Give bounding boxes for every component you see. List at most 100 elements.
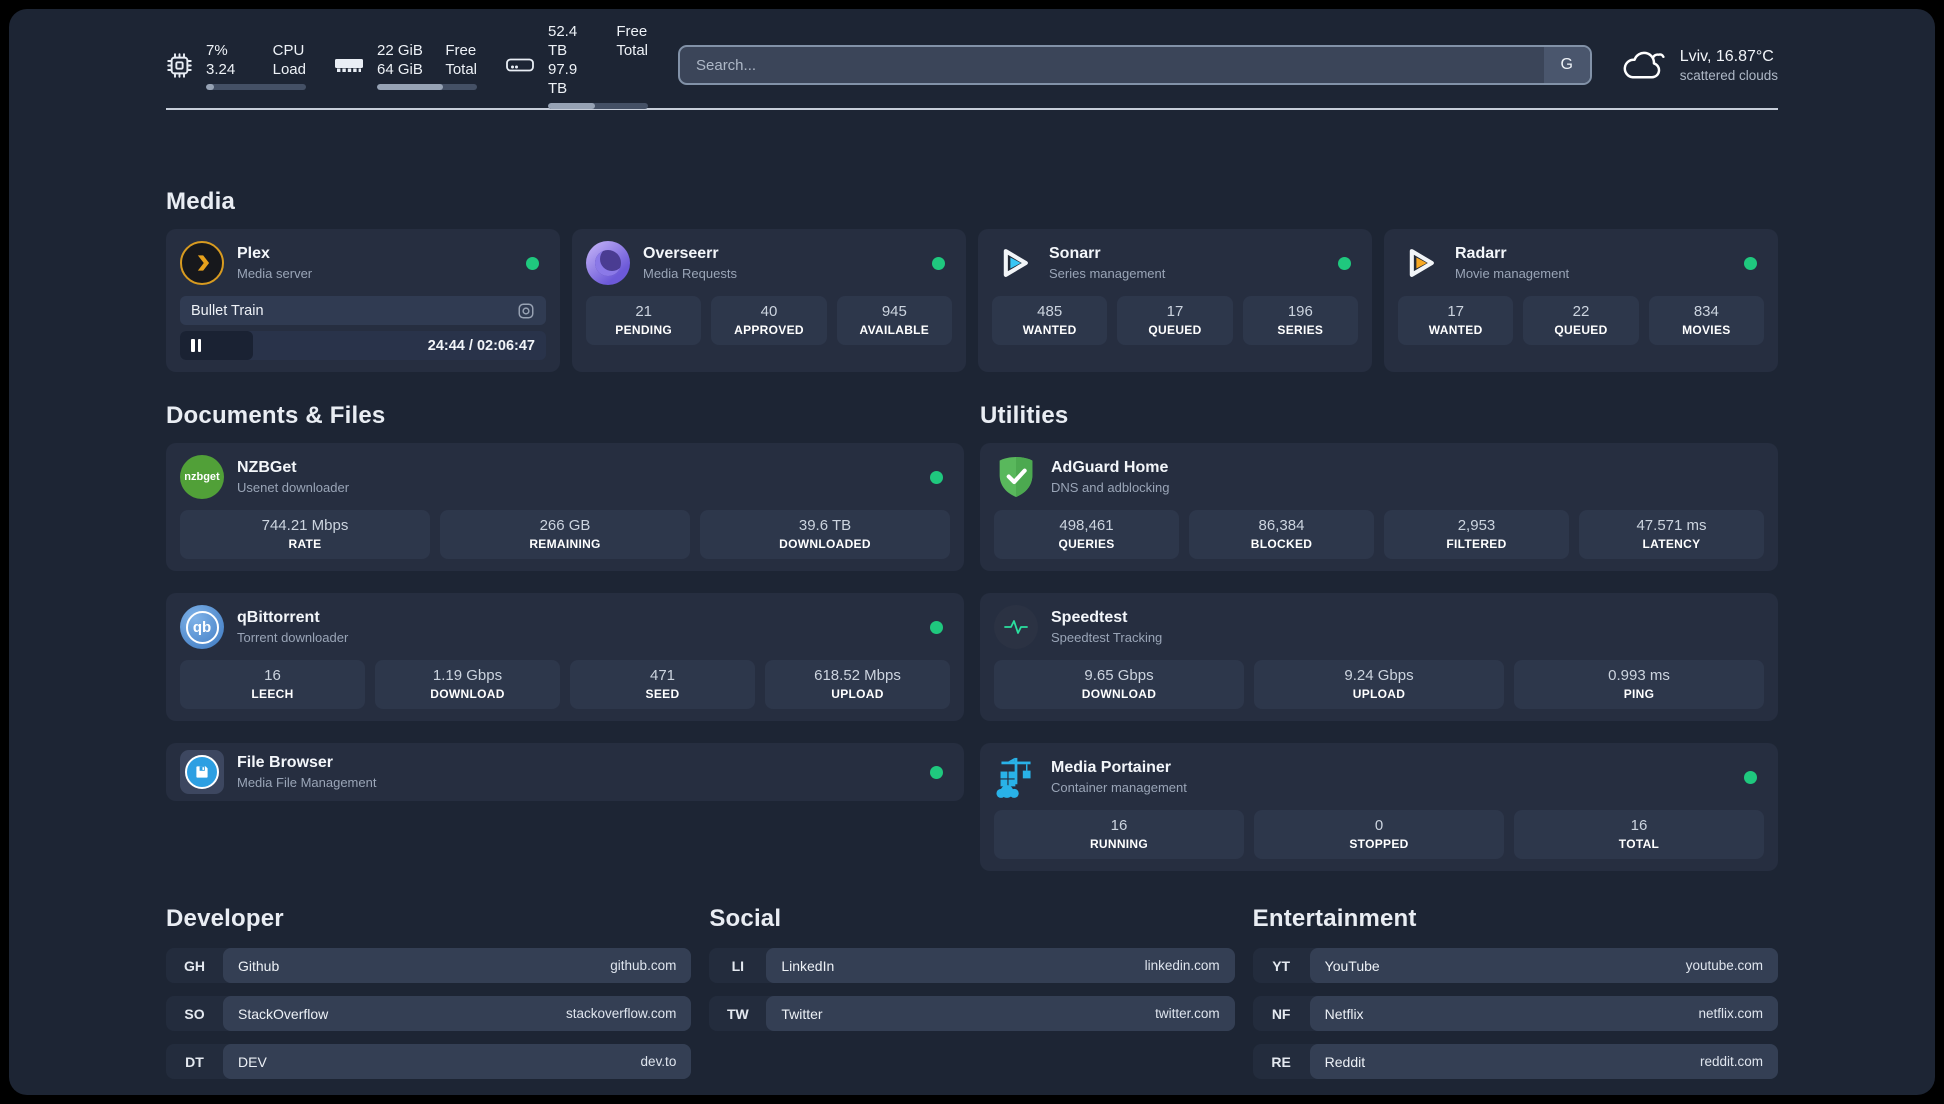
now-playing-title: Bullet Train (191, 302, 264, 319)
stat-value: 0.993 ms (1608, 667, 1670, 684)
stat-label: STOPPED (1349, 837, 1409, 851)
status-online-dot (932, 257, 945, 270)
stat-tile: 40 APPROVED (711, 296, 827, 345)
section-title-developer: Developer (166, 905, 284, 932)
link-youtube[interactable]: YT YouTube youtube.com (1252, 948, 1778, 983)
cloud-icon (1623, 51, 1665, 79)
link-url: twitter.com (1155, 1006, 1220, 1021)
stat-tile: 39.6 TB DOWNLOADED (700, 510, 950, 559)
stat-label: DOWNLOADED (779, 537, 871, 551)
search-input[interactable] (678, 45, 1592, 85)
link-tag: TW (726, 1005, 749, 1022)
app-card-overseerr[interactable]: Overseerr Media Requests 21 PENDING 40 A… (572, 229, 966, 372)
app-subtitle: Series management (1049, 266, 1166, 281)
section-developer: Developer GH Github github.com SO StackO… (166, 905, 692, 1079)
stat-label: RATE (288, 537, 322, 551)
status-online-dot (1338, 257, 1351, 270)
link-name: StackOverflow (238, 1005, 329, 1022)
stat-tile: 9.24 Gbps UPLOAD (1254, 660, 1504, 709)
stat-label: QUEUED (1148, 323, 1202, 337)
stat-label: RUNNING (1089, 837, 1149, 851)
link-tag: LI (731, 957, 745, 974)
stat-value: 47.571 ms (1636, 517, 1707, 534)
section-title-entertainment: Entertainment (1252, 905, 1417, 932)
status-online-dot (930, 471, 943, 484)
app-name: NZBGet (237, 459, 297, 476)
cpu-load-label: Load (272, 60, 306, 78)
link-linkedin[interactable]: LI LinkedIn linkedin.com (709, 948, 1235, 983)
section-utilities: Utilities AdGuard Home DNS and adblockin… (980, 402, 1778, 871)
stat-label: UPLOAD (831, 687, 884, 701)
app-card-nzbget[interactable]: nzbget NZBGet Usenet downloader 744.21 M… (166, 443, 964, 571)
app-name: Sonarr (1049, 245, 1101, 262)
stat-value: 16 (1110, 817, 1128, 834)
stat-value: 744.21 Mbps (261, 517, 349, 534)
app-subtitle: Torrent downloader (237, 630, 349, 645)
sonarr-icon (992, 241, 1036, 285)
dashboard-page: 7% 3.24 CPU Load 22 GiB 64 GiB Free Tota… (9, 9, 1935, 1095)
link-tag: YT (1272, 957, 1291, 974)
link-dev[interactable]: DT DEV dev.to (166, 1044, 692, 1079)
weather-widget: Lviv, 16.87°C scattered clouds (1622, 48, 1778, 83)
app-card-filebrowser[interactable]: File Browser Media File Management (166, 743, 964, 801)
cpu-icon (167, 52, 192, 78)
section-title-media: Media (166, 188, 236, 215)
app-card-plex[interactable]: Plex Media server Bullet Train 24:44 / 0… (166, 229, 560, 372)
stat-label: LATENCY (1642, 537, 1701, 551)
section-title-documents: Documents & Files (166, 402, 386, 429)
stat-value: 471 (649, 667, 676, 684)
stat-label: DOWNLOAD (1081, 687, 1157, 701)
app-subtitle: DNS and adblocking (1051, 480, 1170, 495)
app-subtitle: Media File Management (237, 775, 377, 790)
stat-tile: 0 STOPPED (1254, 810, 1504, 859)
app-card-qbittorrent[interactable]: qb qBittorrent Torrent downloader 16 LEE… (166, 593, 964, 721)
stat-tile: 17 QUEUED (1117, 296, 1233, 345)
search-engine-button[interactable]: G (1543, 47, 1590, 83)
adguard-icon (994, 455, 1038, 499)
app-card-sonarr[interactable]: Sonarr Series management 485 WANTED 17 Q… (978, 229, 1372, 372)
link-tag: SO (184, 1005, 205, 1022)
search-box: G (678, 45, 1592, 85)
app-card-speedtest[interactable]: Speedtest Speedtest Tracking 9.65 Gbps D… (980, 593, 1778, 721)
pause-icon[interactable] (191, 339, 201, 352)
playback-progress: 24:44 / 02:06:47 (180, 331, 546, 360)
app-card-radarr[interactable]: Radarr Movie management 17 WANTED 22 QUE… (1384, 229, 1778, 372)
app-card-adguard[interactable]: AdGuard Home DNS and adblocking 498,461 … (980, 443, 1778, 571)
link-netflix[interactable]: NF Netflix netflix.com (1252, 996, 1778, 1031)
section-title-utilities: Utilities (980, 402, 1069, 429)
playback-time: 24:44 / 02:06:47 (427, 337, 535, 354)
link-name: LinkedIn (781, 957, 835, 974)
app-name: Plex (237, 245, 270, 262)
cast-icon[interactable] (517, 302, 535, 320)
link-name: Github (238, 957, 280, 974)
top-bar: 7% 3.24 CPU Load 22 GiB 64 GiB Free Tota… (166, 23, 1778, 109)
link-name: Netflix (1324, 1005, 1364, 1022)
disk-free-label: Free (616, 22, 648, 40)
ram-total-value: 64 GiB (377, 60, 423, 78)
link-twitter[interactable]: TW Twitter twitter.com (709, 996, 1235, 1031)
stat-label: APPROVED (734, 323, 804, 337)
section-title-social: Social (709, 905, 782, 932)
link-tag: NF (1271, 1005, 1291, 1022)
link-stackoverflow[interactable]: SO StackOverflow stackoverflow.com (166, 996, 692, 1031)
stat-value: 9.65 Gbps (1084, 667, 1154, 684)
app-subtitle: Container management (1051, 780, 1187, 795)
stat-label: LEECH (251, 687, 294, 701)
stat-tile: 22 QUEUED (1523, 296, 1639, 345)
app-card-portainer[interactable]: Media Portainer Container management 16 … (980, 743, 1778, 871)
ram-icon (335, 59, 363, 72)
app-name: Media Portainer (1051, 759, 1172, 776)
stat-tile: 744.21 Mbps RATE (180, 510, 430, 559)
stat-value: 618.52 Mbps (814, 667, 901, 684)
section-social: Social LI LinkedIn linkedin.com TW Twitt… (709, 905, 1235, 1079)
status-online-dot (1744, 771, 1757, 784)
app-subtitle: Media server (237, 266, 313, 281)
stat-label: DOWNLOAD (430, 687, 505, 701)
stat-value: 266 GB (539, 517, 591, 534)
link-github[interactable]: GH Github github.com (166, 948, 692, 983)
nzbget-icon: nzbget (180, 455, 224, 499)
link-reddit[interactable]: RE Reddit reddit.com (1252, 1044, 1778, 1079)
link-url: youtube.com (1685, 958, 1763, 973)
cpu-stat-group: 7% 3.24 CPU Load (166, 41, 306, 90)
speedtest-icon (994, 605, 1038, 649)
